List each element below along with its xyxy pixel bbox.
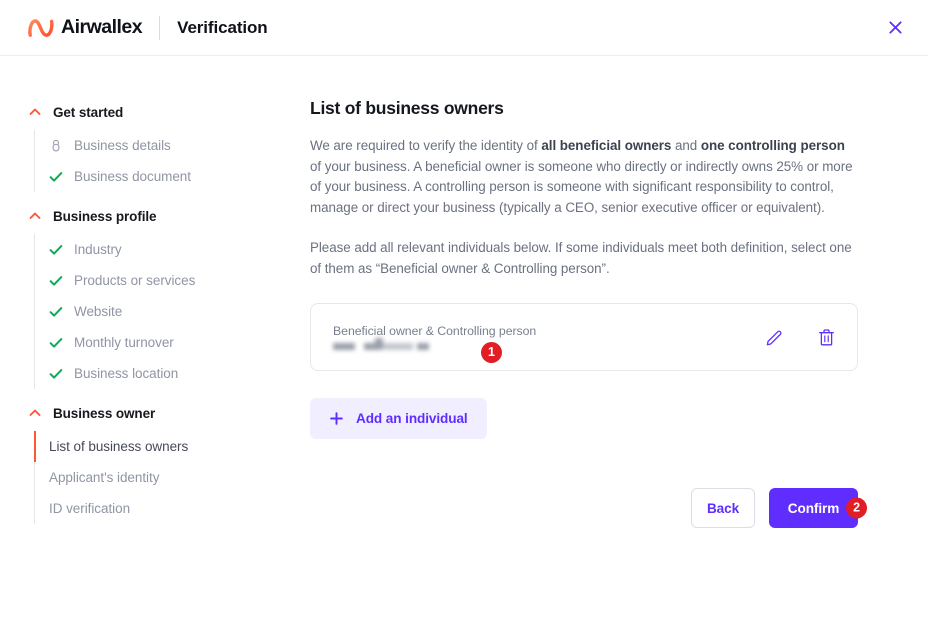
sidebar-item-products-or-services[interactable]: Products or services	[34, 265, 310, 296]
sidebar-group-header[interactable]: Get started	[28, 98, 310, 126]
trash-delete-icon	[818, 329, 834, 346]
edit-owner-button[interactable]	[762, 325, 786, 349]
chevron-up-icon	[29, 108, 41, 115]
check-icon	[49, 243, 63, 257]
sidebar-group-items: Industry Products or services Website Mo…	[34, 234, 310, 389]
pencil-edit-icon	[766, 330, 781, 346]
sidebar-item-business-details[interactable]: Business details	[34, 130, 310, 161]
sidebar-group-get-started: Get started Business details Business do…	[28, 98, 310, 192]
chevron-up-icon	[29, 409, 41, 416]
sidebar-group-title: Business profile	[53, 208, 157, 224]
sidebar-group-header[interactable]: Business owner	[28, 399, 310, 427]
close-icon	[888, 21, 902, 34]
page-title: Verification	[177, 17, 268, 37]
owner-name-redacted	[333, 337, 429, 351]
sidebar-item-label: List of business owners	[49, 439, 189, 454]
paragraph-text: and	[671, 138, 701, 153]
app-header: Airwallex Verification	[0, 0, 928, 56]
check-icon	[49, 170, 63, 184]
sidebar-item-label: Business document	[74, 169, 191, 184]
owner-card: Beneficial owner & Controlling person 1	[310, 303, 858, 372]
description-paragraph-2: Please add all relevant individuals belo…	[310, 239, 852, 276]
check-icon	[49, 367, 63, 381]
check-icon	[49, 274, 63, 288]
sidebar-group-items: List of business owners Applicant's iden…	[34, 431, 310, 524]
sidebar-item-industry[interactable]: Industry	[34, 234, 310, 265]
sidebar-navigation: Get started Business details Business do…	[0, 98, 310, 526]
brand-block: Airwallex Verification	[28, 0, 268, 55]
paragraph-text: of your business. A beneficial owner is …	[310, 158, 853, 216]
sidebar-item-label: Business details	[74, 138, 171, 153]
delete-owner-button[interactable]	[814, 325, 838, 349]
main-heading: List of business owners	[310, 98, 504, 118]
sidebar-group-business-profile: Business profile Industry Products or se…	[28, 202, 310, 389]
check-icon	[49, 336, 63, 350]
lock-icon	[49, 139, 63, 153]
sidebar-item-website[interactable]: Website	[34, 296, 310, 327]
owner-role-label: Beneficial owner & Controlling person	[333, 323, 537, 338]
sidebar-item-label: Website	[74, 304, 123, 319]
check-icon	[49, 305, 63, 319]
back-button[interactable]: Back	[691, 488, 755, 529]
form-footer: Back Confirm 2	[310, 488, 867, 529]
sidebar-item-label: Monthly turnover	[74, 335, 174, 350]
sidebar-item-label: Products or services	[74, 273, 196, 288]
add-individual-label: Add an individual	[356, 411, 468, 427]
paragraph-bold-controlling-person: one controlling person	[700, 138, 845, 153]
sidebar-item-applicants-identity[interactable]: Applicant's identity	[34, 462, 310, 493]
close-button[interactable]	[880, 13, 910, 43]
sidebar-item-label: Business location	[74, 366, 179, 381]
confirm-button[interactable]: Confirm 2	[769, 488, 867, 529]
sidebar-item-list-of-business-owners[interactable]: List of business owners	[34, 431, 310, 462]
description-paragraph-1: We are required to verify the identity o…	[310, 136, 858, 219]
sidebar-group-title: Get started	[53, 104, 124, 120]
sidebar-item-monthly-turnover[interactable]: Monthly turnover	[34, 327, 310, 358]
paragraph-text: We are required to verify the identity o…	[310, 138, 542, 153]
paragraph-bold-beneficial-owners: all beneficial owners	[541, 138, 672, 153]
sidebar-group-business-owner: Business owner List of business owners A…	[28, 399, 310, 524]
annotation-badge-2: 2	[846, 497, 867, 519]
sidebar-item-label: ID verification	[49, 501, 131, 516]
owner-info: Beneficial owner & Controlling person	[333, 324, 762, 351]
airwallex-logo-icon	[28, 18, 54, 37]
sidebar-item-business-document[interactable]: Business document	[34, 161, 310, 192]
page-body: Get started Business details Business do…	[0, 56, 928, 529]
plus-icon	[330, 412, 343, 426]
add-individual-button[interactable]: Add an individual	[310, 398, 487, 440]
sidebar-group-items: Business details Business document	[34, 130, 310, 192]
chevron-up-icon	[29, 212, 41, 219]
sidebar-item-id-verification[interactable]: ID verification	[34, 493, 310, 524]
sidebar-item-label: Applicant's identity	[49, 470, 160, 485]
confirm-button-label: Confirm	[787, 500, 840, 516]
sidebar-item-label: Industry	[74, 242, 122, 257]
annotation-badge-1: 1	[481, 342, 502, 364]
owner-card-actions	[762, 325, 838, 349]
brand-divider	[159, 15, 161, 40]
brand-name: Airwallex	[61, 16, 143, 38]
sidebar-item-business-location[interactable]: Business location	[34, 358, 310, 389]
main-content: List of business owners We are required …	[310, 98, 888, 529]
sidebar-group-header[interactable]: Business profile	[28, 202, 310, 230]
sidebar-group-title: Business owner	[53, 405, 156, 421]
